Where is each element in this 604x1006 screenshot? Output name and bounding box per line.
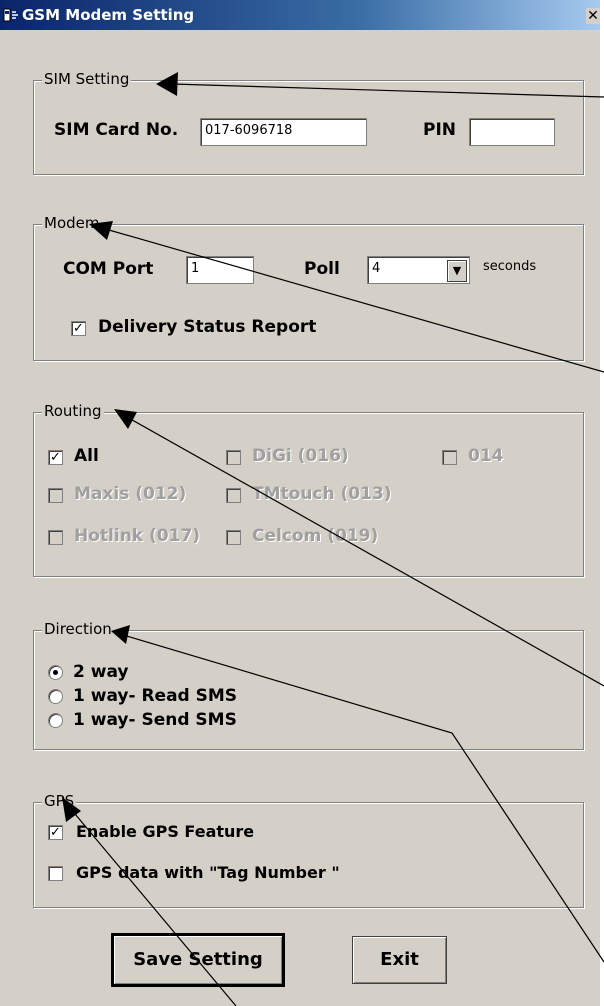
routing-callout-line — [126, 416, 604, 687]
modem-arrowhead-icon — [89, 221, 113, 240]
modem-callout-line — [101, 227, 604, 373]
routing-arrowhead-icon — [114, 409, 137, 429]
gps-callout-line — [69, 807, 237, 1006]
callout-arrows — [62, 72, 604, 1006]
direction-arrowhead-icon — [111, 625, 130, 644]
sim-callout-line — [171, 83, 604, 98]
sim-arrowhead-icon — [156, 72, 178, 96]
direction-callout-line — [119, 633, 604, 963]
